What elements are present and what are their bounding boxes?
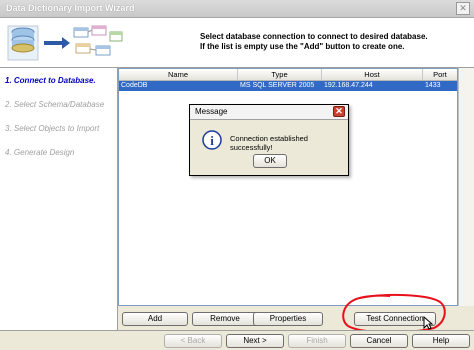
step-select-schema: 2. Select Schema/Database xyxy=(5,100,105,109)
wizard-header: Select database connection to connect to… xyxy=(0,18,474,68)
header-line-2: If the list is empty use the "Add" butto… xyxy=(200,42,405,51)
column-header-type[interactable]: Type xyxy=(238,69,322,80)
add-button[interactable]: Add xyxy=(122,312,188,326)
header-line-1: Select database connection to connect to… xyxy=(200,32,428,41)
step-select-objects: 3. Select Objects to Import xyxy=(5,124,100,133)
dialog-title-bar: Message ✕ xyxy=(190,105,348,120)
wizard-footer: < Back Next > Finish Cancel Help xyxy=(0,330,474,350)
table-scrollbar[interactable] xyxy=(458,68,474,306)
information-icon: i xyxy=(202,130,222,150)
dialog-close-button[interactable]: ✕ xyxy=(333,106,345,117)
dialog-message: Connection established successfully! xyxy=(230,134,308,152)
message-dialog: Message ✕ i Connection established succe… xyxy=(189,104,349,176)
column-header-host[interactable]: Host xyxy=(322,69,423,80)
remove-button[interactable]: Remove xyxy=(192,312,258,326)
wizard-steps: 1. Connect to Database. 2. Select Schema… xyxy=(0,68,118,330)
dialog-title: Message xyxy=(195,107,228,116)
ok-button[interactable]: OK xyxy=(253,154,287,168)
column-header-port[interactable]: Port xyxy=(423,69,457,80)
cell-port: 1433 xyxy=(425,82,441,89)
table-header: Name Type Host Port xyxy=(119,69,457,81)
window-close-button[interactable]: ✕ xyxy=(456,2,470,15)
step-connect-to-database: 1. Connect to Database. xyxy=(5,76,96,85)
cell-host: 192.168.47.244 xyxy=(324,82,373,89)
table-row[interactable]: CodeDB MS SQL SERVER 2005 192.168.47.244… xyxy=(119,81,457,91)
back-button[interactable]: < Back xyxy=(164,334,222,348)
mouse-cursor-icon xyxy=(423,316,433,330)
cell-name: CodeDB xyxy=(121,82,148,89)
cancel-button[interactable]: Cancel xyxy=(350,334,408,348)
properties-button[interactable]: Properties xyxy=(253,312,323,326)
help-button[interactable]: Help xyxy=(412,334,470,348)
window-title: Data Dictionary Import Wizard xyxy=(6,3,135,13)
information-icon-glyph: i xyxy=(210,133,214,148)
column-header-name[interactable]: Name xyxy=(119,69,238,80)
import-illustration-icon xyxy=(7,25,123,61)
title-bar: Data Dictionary Import Wizard ✕ xyxy=(0,0,474,18)
next-button[interactable]: Next > xyxy=(226,334,284,348)
finish-button[interactable]: Finish xyxy=(288,334,346,348)
step-generate-design: 4. Generate Design xyxy=(5,148,75,157)
cell-type: MS SQL SERVER 2005 xyxy=(240,82,315,89)
header-instructions: Select database connection to connect to… xyxy=(200,32,428,52)
